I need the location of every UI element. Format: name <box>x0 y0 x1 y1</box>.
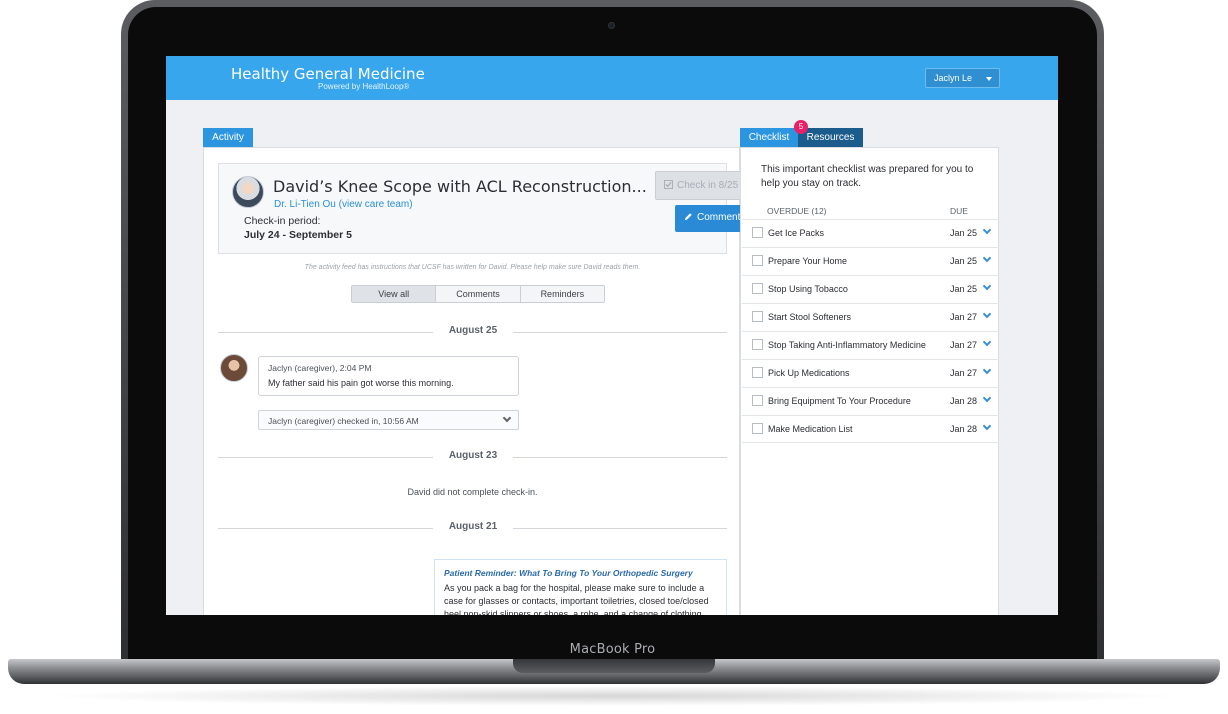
checklist-item[interactable]: Make Medication List Jan 28 <box>742 415 999 443</box>
checklist-item[interactable]: Get Ice Packs Jan 25 <box>742 219 999 247</box>
checklist-item-due: Jan 25 <box>950 284 978 294</box>
checklist-item-label: Prepare Your Home <box>768 256 848 266</box>
checklist-item-label: Get Ice Packs <box>768 228 825 238</box>
resources-count-badge: 5 <box>794 120 808 134</box>
chevron-down-icon <box>502 413 512 423</box>
checklist-item[interactable]: Bring Equipment To Your Procedure Jan 28 <box>742 387 999 415</box>
checklist-item[interactable]: Stop Taking Anti-Inflammatory Medicine J… <box>742 331 999 359</box>
date-label: August 21 <box>433 521 513 532</box>
checklist-item-due: Jan 28 <box>950 424 978 434</box>
check-in-entry-label: Jaclyn (caregiver) checked in, 10:56 AM <box>268 416 419 426</box>
comment-author-time: Jaclyn (caregiver), 2:04 PM <box>268 363 372 373</box>
checklist-item[interactable]: Pick Up Medications Jan 27 <box>742 359 999 387</box>
comment-bubble: Jaclyn (caregiver), 2:04 PM My father sa… <box>258 356 519 396</box>
checklist-item-label: Make Medication List <box>768 424 853 434</box>
reminder-card: Patient Reminder: What To Bring To Your … <box>434 559 727 615</box>
chevron-down-icon[interactable] <box>982 253 992 263</box>
tab-activity[interactable]: Activity <box>203 128 253 147</box>
app-subtitle: Powered by HealthLoop® <box>318 82 410 91</box>
date-divider: August 21 <box>218 521 727 535</box>
chevron-down-icon[interactable] <box>982 393 992 403</box>
activity-panel: David’s Knee Scope with ACL Reconstructi… <box>203 147 751 615</box>
check-square-icon <box>664 180 673 189</box>
checklist-panel: This important checklist was prepared fo… <box>740 147 999 615</box>
checklist-item[interactable]: Start Stool Softeners Jan 27 <box>742 303 999 331</box>
filter-comments[interactable]: Comments <box>436 286 521 302</box>
checklist-item-label: Start Stool Softeners <box>768 312 852 322</box>
care-team-link[interactable]: Dr. Li-Tien Ou (view care team) <box>274 199 413 210</box>
check-in-period-label: Check-in period: <box>244 215 321 227</box>
feed-note: The activity feed has instructions that … <box>304 264 641 271</box>
chevron-down-icon[interactable] <box>982 281 992 291</box>
date-divider: August 23 <box>218 450 727 464</box>
tab-resources[interactable]: Resources <box>798 128 863 147</box>
check-in-entry[interactable]: Jaclyn (caregiver) checked in, 10:56 AM <box>258 410 519 430</box>
checklist-item-due: Jan 27 <box>950 368 978 378</box>
laptop-notch <box>513 659 715 673</box>
checklist-item-due: Jan 27 <box>950 340 978 350</box>
due-header: DUE <box>950 206 968 216</box>
checklist-item-label: Stop Taking Anti-Inflammatory Medicine <box>768 340 926 350</box>
checklist-item[interactable]: Prepare Your Home Jan 25 <box>742 247 999 275</box>
checklist-item[interactable]: Stop Using Tobacco Jan 25 <box>742 275 999 303</box>
date-label: August 23 <box>433 450 513 461</box>
reminder-body: As you pack a bag for the hospital, plea… <box>444 583 709 615</box>
user-menu-label: Jaclyn Le <box>934 73 973 83</box>
chevron-down-icon[interactable] <box>982 421 992 431</box>
checkbox[interactable] <box>752 255 763 266</box>
chevron-down-icon[interactable] <box>982 337 992 347</box>
overdue-header: OVERDUE (12) <box>767 206 827 216</box>
app-screen: Healthy General Medicine Powered by Heal… <box>166 56 1058 615</box>
laptop-mockup: MacBook Pro Healthy General Medicine Pow… <box>0 0 1228 714</box>
pencil-icon <box>684 213 692 221</box>
checkbox[interactable] <box>752 283 763 294</box>
reminder-title[interactable]: Patient Reminder: What To Bring To Your … <box>444 568 693 578</box>
comment-text: My father said his pain got worse this m… <box>268 378 454 388</box>
checkbox[interactable] <box>752 395 763 406</box>
laptop-shadow <box>40 686 1188 706</box>
checklist-item-due: Jan 25 <box>950 228 978 238</box>
checkbox[interactable] <box>752 311 763 322</box>
filter-view-all[interactable]: View all <box>352 286 437 302</box>
date-label: August 25 <box>433 325 513 336</box>
checklist-item-label: Stop Using Tobacco <box>768 284 848 294</box>
caret-down-icon <box>986 77 992 81</box>
tab-checklist[interactable]: Checklist <box>740 128 798 147</box>
care-plan-title: David’s Knee Scope with ACL Reconstructi… <box>273 177 647 196</box>
checkbox[interactable] <box>752 423 763 434</box>
date-divider: August 25 <box>218 325 727 339</box>
checklist-item-label: Pick Up Medications <box>768 368 850 378</box>
brand-label: MacBook Pro <box>569 642 656 657</box>
checklist-item-due: Jan 25 <box>950 256 978 266</box>
check-in-button-label: Check in 8/25 <box>677 180 739 191</box>
checklist-item-label: Bring Equipment To Your Procedure <box>768 396 911 406</box>
check-in-period-value: July 24 - September 5 <box>244 229 352 241</box>
camera-icon <box>608 22 615 29</box>
check-in-button[interactable]: Check in 8/25 <box>655 171 751 200</box>
checkbox[interactable] <box>752 339 763 350</box>
filter-reminders[interactable]: Reminders <box>521 286 604 302</box>
care-plan-card: David’s Knee Scope with ACL Reconstructi… <box>218 163 751 254</box>
comment-button-label: Comment <box>697 212 741 223</box>
checklist-item-due: Jan 28 <box>950 396 978 406</box>
app-title: Healthy General Medicine <box>231 65 425 83</box>
checklist-intro: This important checklist was prepared fo… <box>761 164 974 189</box>
checkbox[interactable] <box>752 227 763 238</box>
chevron-down-icon[interactable] <box>982 225 992 235</box>
feed-filter-group: View all Comments Reminders <box>351 285 605 303</box>
chevron-down-icon[interactable] <box>982 365 992 375</box>
caregiver-avatar <box>220 354 248 382</box>
chevron-down-icon[interactable] <box>982 309 992 319</box>
user-menu-button[interactable]: Jaclyn Le <box>925 68 1000 88</box>
checkbox[interactable] <box>752 367 763 378</box>
doctor-avatar <box>232 176 264 208</box>
missed-check-in-text: David did not complete check-in. <box>407 487 538 497</box>
top-bar: Healthy General Medicine Powered by Heal… <box>166 56 1058 100</box>
checklist-item-due: Jan 27 <box>950 312 978 322</box>
